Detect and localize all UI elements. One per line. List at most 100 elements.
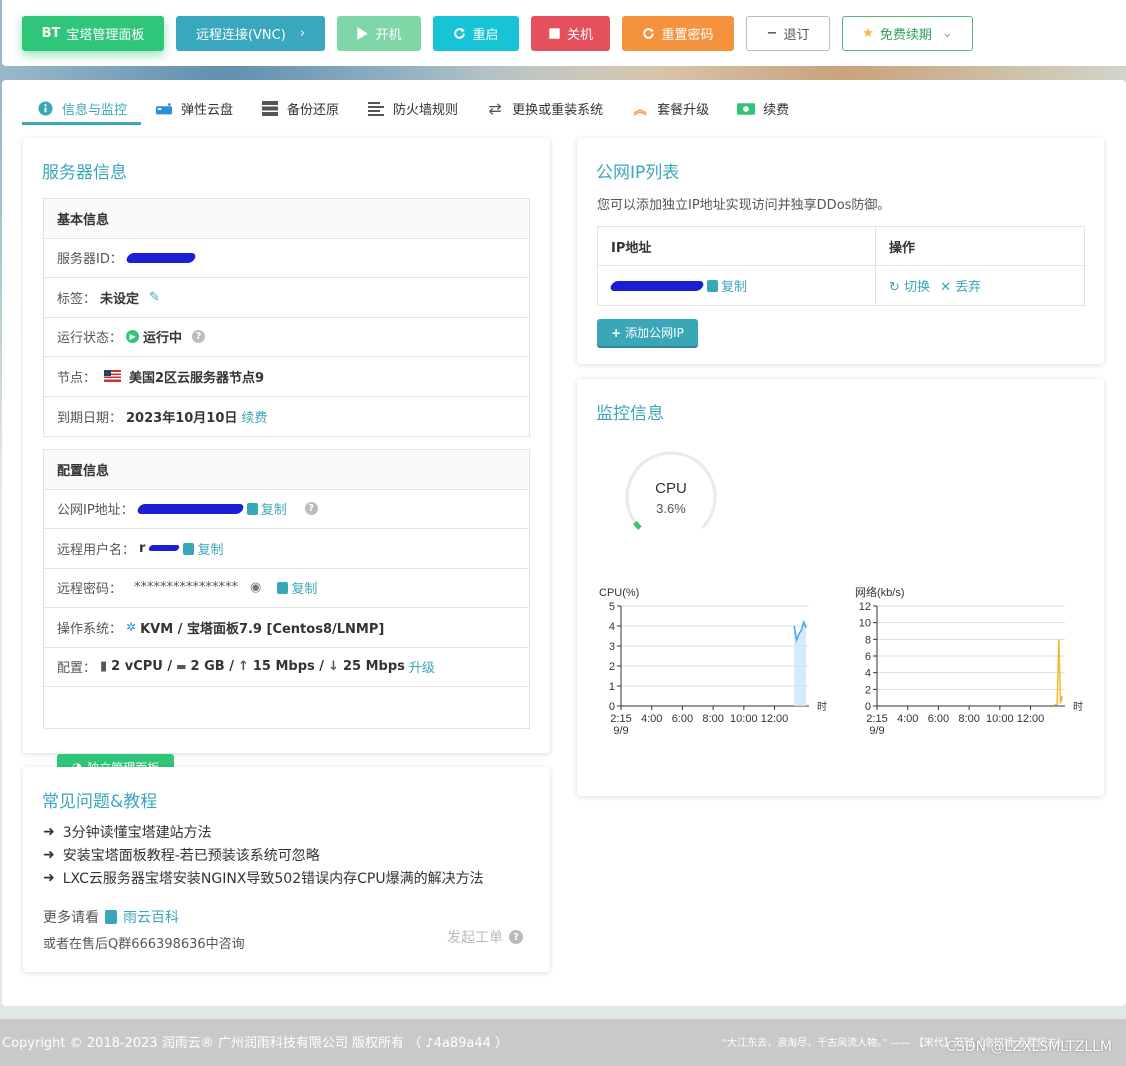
copyright-text: Copyright © 2018-2023 润雨云® 广州润雨科技有限公司 版权… [2, 1036, 509, 1051]
main-panel: 信息与监控 弹性云盘 备份还原 防火墙规则 ⇄ 更换或重装系统 ︽ 套餐升级 续… [2, 80, 1126, 1006]
x-tick-label: 6:00 [672, 713, 693, 725]
copy-button[interactable]: 复制 [246, 499, 287, 519]
bt-logo: BT [41, 25, 61, 41]
tab-elastic-disk[interactable]: 弹性云盘 [141, 92, 247, 125]
col-ip: IP地址 [598, 227, 876, 265]
tab-label: 信息与监控 [62, 103, 128, 118]
tab-upgrade[interactable]: ︽ 套餐升级 [617, 92, 723, 125]
card-title: 公网IP列表 [596, 163, 680, 183]
y-tick-label: 5 [609, 601, 615, 613]
discard-button[interactable]: ✕ 丢弃 [940, 276, 981, 295]
x-tick-label: 4:00 [641, 713, 662, 725]
panel-button-row [44, 687, 529, 728]
start-label: 开机 [375, 27, 402, 43]
tab-label: 续费 [763, 103, 790, 118]
x-tick-label: 12:00 [1017, 713, 1045, 725]
faq-card: 常见问题&教程 ➜ 3分钟读懂宝塔建站方法 ➜ 安装宝塔面板教程-若已预装该系统可忽… [23, 767, 550, 972]
vnc-button[interactable]: 远程连接(VNC) › [176, 15, 325, 51]
vnc-label: 远程连接(VNC) [195, 27, 286, 43]
eye-icon[interactable]: ◉ [250, 580, 261, 595]
basic-info-table: 基本信息 服务器ID： 标签： 未设定 ✎ 运行状态： ▶ 运行中 ? 节点： … [43, 198, 530, 437]
help-icon[interactable]: ? [304, 502, 318, 516]
os-value: KVM / 宝塔面板7.9 [Centos8/LNMP] [140, 621, 385, 637]
redacted-value [135, 503, 245, 514]
add-public-ip-button[interactable]: + 添加公网IP [597, 319, 698, 346]
wiki-link[interactable]: 雨云百科 [123, 907, 179, 927]
restart-button[interactable]: 重启 [433, 15, 519, 51]
shutdown-button[interactable]: 关机 [531, 15, 610, 51]
x-tick-label: 2:15 [866, 713, 887, 725]
ip-table-row: 复制 ↻ 切换 ✕ 丢弃 [598, 266, 1084, 305]
ip-table-header: IP地址 操作 [598, 227, 1084, 266]
bt-panel-label: 宝塔管理面板 [66, 27, 145, 43]
y-tick-label: 0 [609, 701, 615, 713]
y-tick-label: 2 [609, 661, 615, 673]
tab-label: 防火墙规则 [393, 103, 459, 118]
refund-button[interactable]: − 退订 [746, 15, 830, 51]
y-tick-label: 10 [859, 618, 871, 630]
discard-label: 丢弃 [955, 280, 982, 295]
edit-icon[interactable]: ✎ [149, 290, 160, 305]
copy-button[interactable]: 复制 [707, 276, 747, 295]
config-row: 配置： ▮ 2 vCPU / ▬ 2 GB / ↑ 15 Mbps / ↓ 25… [44, 648, 529, 687]
tab-reinstall[interactable]: ⇄ 更换或重装系统 [472, 92, 617, 125]
help-icon[interactable]: ? [192, 330, 206, 344]
cpu-chart: CPU(%) 0 1 2 3 4 5 2:159/9 4:00 6:00 8:00 10:00 12:0… [599, 587, 827, 737]
reset-password-button[interactable]: 重置密码 [622, 15, 734, 51]
renew-link[interactable]: 续费 [241, 407, 267, 426]
ticket-label: 发起工单 [447, 930, 503, 946]
public-ip-card: 公网IP列表 您可以添加独立IP地址实现访问并独享DDos防御。 IP地址 操作… [577, 138, 1104, 364]
help-icon: ? [509, 930, 523, 944]
free-renew-label: 免费续期 [879, 27, 932, 43]
backup-icon [261, 101, 279, 117]
start-button[interactable]: 开机 [337, 15, 421, 51]
chevron-down-icon: ⌄ [941, 25, 953, 41]
faq-item[interactable]: ➜ 3分钟读懂宝塔建站方法 [43, 820, 484, 843]
cpu-value: 2 vCPU / [111, 659, 173, 675]
y-tick-label: 0 [865, 701, 871, 713]
play-icon [357, 26, 369, 40]
top-toolbar: BT 宝塔管理面板 远程连接(VNC) › 开机 重启 关机 重置密码 − 退订… [2, 0, 1126, 66]
x-tick-label: 2:15 [610, 713, 631, 725]
os-logo-icon: ✲ [126, 620, 137, 635]
add-ip-label: 添加公网IP [625, 326, 684, 340]
chart-title: CPU(%) [599, 587, 639, 599]
download-value: 25 Mbps [342, 659, 405, 675]
y-tick-label: 1 [609, 681, 615, 693]
col-action: 操作 [889, 240, 916, 256]
copy-label: 复制 [291, 582, 318, 598]
faq-item[interactable]: ➜ 安装宝塔面板教程-若已预装该系统可忽略 [43, 843, 484, 866]
copy-label: 复制 [260, 503, 287, 519]
tab-info-monitor[interactable]: 信息与监控 [22, 92, 142, 125]
faq-item-label: LXC云服务器宝塔安装NGINX导致502错误内存CPU爆满的解决方法 [62, 870, 484, 887]
tab-firewall[interactable]: 防火墙规则 [353, 92, 472, 125]
expiry-value: 2023年10月10日 [126, 410, 238, 426]
y-tick-label: 4 [865, 668, 871, 680]
expiry-row: 到期日期： 2023年10月10日 续费 [44, 397, 529, 437]
faq-list: ➜ 3分钟读懂宝塔建站方法 ➜ 安装宝塔面板教程-若已预装该系统可忽略 ➜ LXC云服… [43, 820, 484, 889]
x-tick-label: 6:00 [928, 713, 949, 725]
copy-icon [277, 582, 289, 595]
disk-icon [155, 101, 173, 117]
switch-button[interactable]: ↻ 切换 [889, 276, 930, 295]
tab-renew[interactable]: 续费 [723, 92, 803, 125]
remote-user-value: r [139, 540, 146, 556]
field-label: 公网IP地址： [57, 503, 134, 519]
chevron-right-icon: › [299, 25, 306, 41]
tab-backup-restore[interactable]: 备份还原 [247, 92, 353, 125]
stop-icon [549, 27, 560, 39]
copy-label: 复制 [721, 280, 748, 295]
y-tick-label: 12 [859, 601, 871, 613]
free-renew-button[interactable]: ★ 免费续期 ⌄ [842, 15, 973, 51]
money-icon [737, 101, 756, 117]
bt-panel-button[interactable]: BT 宝塔管理面板 [22, 15, 164, 51]
server-info-card: 服务器信息 基本信息 服务器ID： 标签： 未设定 ✎ 运行状态： ▶ 运行中 … [23, 138, 550, 780]
arrow-right-icon: ➜ [43, 846, 55, 863]
faq-item[interactable]: ➜ LXC云服务器宝塔安装NGINX导致502错误内存CPU爆满的解决方法 [43, 866, 484, 889]
upgrade-link[interactable]: 升级 [409, 657, 435, 676]
x-tick-label: 9/9 [613, 725, 628, 737]
copy-button[interactable]: 复制 [183, 539, 223, 558]
restart-label: 重启 [472, 27, 499, 43]
copy-button[interactable]: 复制 [277, 578, 317, 597]
ticket-link[interactable]: 发起工单 ? [447, 927, 523, 947]
